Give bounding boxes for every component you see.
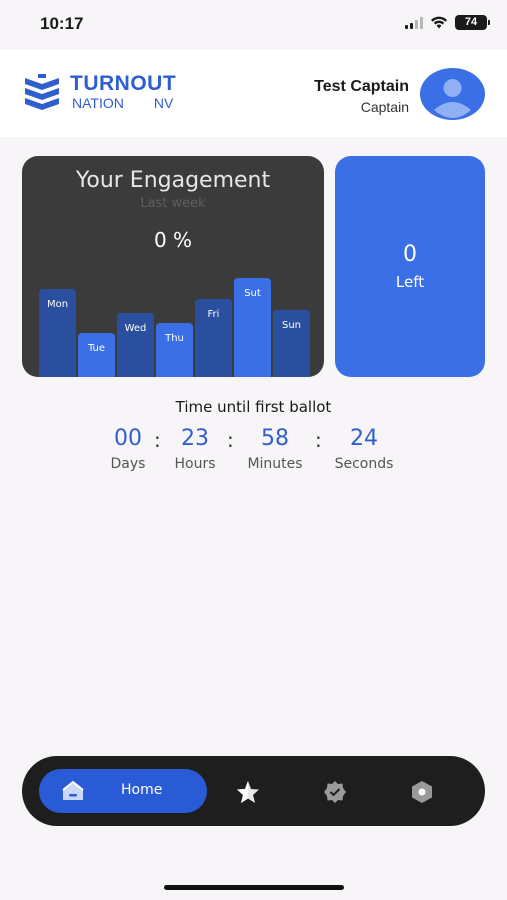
engagement-bar-label: Tue (87, 343, 106, 354)
countdown-minutes-label: Minutes (247, 456, 303, 472)
signal-icon (405, 16, 423, 29)
engagement-bar-label: Sut (244, 288, 261, 299)
hexagon-settings-icon (412, 781, 432, 803)
countdown-title: Time until first ballot (175, 398, 332, 416)
app-header: TURNOUT NATION NV Test Captain Captain (0, 50, 507, 137)
countdown-seconds: 24 (350, 426, 378, 451)
battery-indicator: 74 (455, 15, 490, 30)
countdown-hours-label: Hours (174, 456, 216, 472)
engagement-bar-label: Fri (207, 309, 220, 320)
home-icon (62, 780, 84, 800)
engagement-bar-fri: Fri (195, 299, 232, 377)
status-bar: 10:17 74 (0, 0, 507, 50)
status-time: 10:17 (40, 14, 84, 33)
nav-verified-button[interactable] (321, 778, 349, 806)
logo-subtitle-right: NV (153, 95, 174, 111)
engagement-bar-wed: Wed (117, 313, 154, 377)
nav-star-button[interactable] (234, 778, 262, 806)
user-name: Test Captain (314, 78, 409, 95)
engagement-bar-label: Sun (281, 320, 302, 331)
nav-home-label: Home (121, 782, 163, 798)
countdown-days: 00 (114, 426, 142, 451)
countdown-separator: : (315, 428, 322, 452)
left-card[interactable]: 0 Left (335, 156, 485, 377)
bottom-nav: Home (22, 756, 485, 826)
left-count: 0 (403, 242, 417, 267)
left-label: Left (395, 273, 425, 291)
user-info: Test Captain Captain (314, 77, 409, 117)
logo-title: TURNOUT (70, 72, 177, 95)
engagement-bar-sut: Sut (234, 278, 271, 377)
star-icon (237, 781, 259, 803)
engagement-bar-label: Mon (46, 299, 69, 310)
logo-subtitle-left: NATION (72, 95, 124, 111)
user-avatar-icon[interactable] (420, 68, 485, 120)
user-role: Captain (360, 99, 409, 115)
countdown-days-label: Days (110, 456, 146, 472)
status-icons: 74 (405, 15, 490, 30)
nav-home-button[interactable]: Home (39, 769, 207, 813)
nav-settings-button[interactable] (408, 778, 436, 806)
home-indicator (164, 885, 344, 890)
countdown-separator: : (154, 428, 161, 452)
badge-check-icon (324, 781, 346, 803)
countdown-hours: 23 (181, 426, 209, 451)
countdown-minutes: 58 (261, 426, 289, 451)
wifi-icon (431, 16, 447, 29)
engagement-percent: 0 % (153, 228, 193, 252)
engagement-bar-tue: Tue (78, 333, 115, 377)
countdown-separator: : (227, 428, 234, 452)
countdown: 00 Days : 23 Hours : 58 Minutes : 24 Sec… (0, 426, 507, 476)
engagement-bar-label: Wed (124, 323, 147, 334)
engagement-subtitle: Last week (140, 196, 206, 211)
engagement-bar-thu: Thu (156, 323, 193, 377)
logo-mark-icon (25, 74, 59, 110)
engagement-bar-mon: Mon (39, 289, 76, 377)
logo: TURNOUT NATION NV (22, 72, 176, 112)
countdown-seconds-label: Seconds (334, 456, 394, 472)
engagement-bar-label: Thu (165, 333, 184, 344)
engagement-title: Your Engagement (75, 168, 271, 193)
engagement-card[interactable]: Mon Tue Wed Thu Fri Sut Sun Your Engagement La… (22, 156, 324, 377)
engagement-bar-sun: Sun (273, 310, 310, 377)
